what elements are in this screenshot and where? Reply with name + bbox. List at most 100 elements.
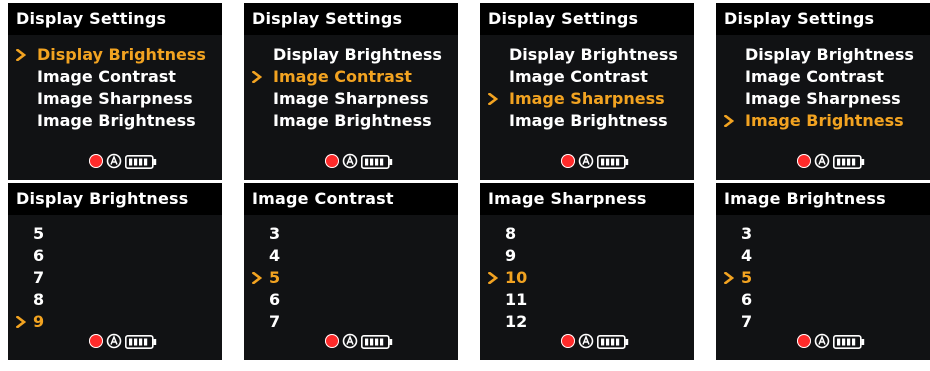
chevron-right-icon — [724, 110, 736, 132]
menu-item[interactable]: Image Contrast — [8, 66, 222, 88]
value-option[interactable]: 9 — [8, 311, 222, 333]
record-icon — [325, 334, 339, 348]
value-label: 3 — [269, 224, 281, 243]
menu-item[interactable]: Display Brightness — [716, 44, 930, 66]
value-label: 6 — [33, 246, 45, 265]
battery-icon — [597, 334, 629, 349]
status-bar — [325, 153, 395, 169]
value-option[interactable]: 4 — [244, 245, 458, 267]
value-label: 7 — [741, 312, 753, 331]
value-label: 8 — [33, 290, 45, 309]
value-label: 7 — [269, 312, 281, 331]
value-label: 4 — [269, 246, 281, 265]
status-bar — [797, 153, 867, 169]
record-icon — [89, 154, 103, 168]
value-option[interactable]: 4 — [716, 245, 930, 267]
battery-icon — [833, 334, 865, 349]
value-label: 5 — [741, 268, 753, 287]
status-bar — [89, 153, 159, 169]
battery-icon — [361, 334, 393, 349]
menu-item-label: Image Brightness — [509, 111, 668, 130]
auto-icon — [106, 153, 122, 169]
value-option[interactable]: 6 — [8, 245, 222, 267]
menu-item[interactable]: Image Contrast — [716, 66, 930, 88]
value-label: 7 — [33, 268, 45, 287]
screen-panel: Image Brightness 3 4 5 6 7 — [716, 183, 930, 360]
menu-item[interactable]: Display Brightness — [244, 44, 458, 66]
menu-item[interactable]: Display Brightness — [8, 44, 222, 66]
screen-panel: Image Contrast 3 4 5 6 7 — [244, 183, 458, 360]
panel-title: Display Settings — [480, 3, 694, 35]
menu-item-label: Image Brightness — [37, 111, 196, 130]
menu-item-label: Image Contrast — [509, 67, 648, 86]
auto-icon — [342, 153, 358, 169]
record-icon — [89, 334, 103, 348]
value-option[interactable]: 6 — [716, 289, 930, 311]
value-option[interactable]: 9 — [480, 245, 694, 267]
menu-item-label: Display Brightness — [273, 45, 442, 64]
value-label: 6 — [269, 290, 281, 309]
menu-item[interactable]: Image Contrast — [480, 66, 694, 88]
value-option[interactable]: 3 — [244, 223, 458, 245]
menu-item-label: Image Contrast — [745, 67, 884, 86]
menu-item-label: Image Sharpness — [37, 89, 193, 108]
value-label: 12 — [505, 312, 528, 331]
battery-icon — [125, 334, 157, 349]
status-bar — [89, 333, 159, 349]
panel-title: Image Brightness — [716, 183, 930, 215]
menu-item[interactable]: Image Sharpness — [480, 88, 694, 110]
value-option[interactable]: 5 — [244, 267, 458, 289]
value-option[interactable]: 8 — [8, 289, 222, 311]
value-option[interactable]: 6 — [244, 289, 458, 311]
screen-panel: Image Sharpness 8 9 10 11 12 — [480, 183, 694, 360]
value-option[interactable]: 12 — [480, 311, 694, 333]
battery-icon — [833, 154, 865, 169]
battery-icon — [597, 154, 629, 169]
menu-item-label: Display Brightness — [745, 45, 914, 64]
menu-item[interactable]: Image Brightness — [8, 110, 222, 132]
menu-item[interactable]: Image Sharpness — [244, 88, 458, 110]
menu-item[interactable]: Image Sharpness — [716, 88, 930, 110]
menu-item-label: Image Brightness — [745, 111, 904, 130]
value-option[interactable]: 5 — [8, 223, 222, 245]
value-option[interactable]: 8 — [480, 223, 694, 245]
value-label: 9 — [505, 246, 517, 265]
chevron-right-icon — [488, 267, 500, 289]
panel-title: Display Settings — [716, 3, 930, 35]
menu-item-label: Image Sharpness — [273, 89, 429, 108]
value-label: 6 — [741, 290, 753, 309]
battery-icon — [361, 154, 393, 169]
value-label: 3 — [741, 224, 753, 243]
value-option[interactable]: 7 — [8, 267, 222, 289]
value-option[interactable]: 3 — [716, 223, 930, 245]
menu-item[interactable]: Image Brightness — [244, 110, 458, 132]
value-label: 10 — [505, 268, 528, 287]
menu-item[interactable]: Image Contrast — [244, 66, 458, 88]
value-option[interactable]: 5 — [716, 267, 930, 289]
value-label: 11 — [505, 290, 528, 309]
chevron-right-icon — [16, 311, 28, 333]
value-option[interactable]: 11 — [480, 289, 694, 311]
menu-item-label: Image Brightness — [273, 111, 432, 130]
record-icon — [797, 154, 811, 168]
status-bar — [325, 333, 395, 349]
auto-icon — [106, 333, 122, 349]
status-bar — [561, 153, 631, 169]
chevron-right-icon — [252, 66, 264, 88]
value-label: 5 — [269, 268, 281, 287]
record-icon — [561, 154, 575, 168]
chevron-right-icon — [724, 267, 736, 289]
menu-item-label: Display Brightness — [509, 45, 678, 64]
status-bar — [561, 333, 631, 349]
auto-icon — [814, 333, 830, 349]
value-option[interactable]: 7 — [716, 311, 930, 333]
value-label: 4 — [741, 246, 753, 265]
menu-item[interactable]: Display Brightness — [480, 44, 694, 66]
auto-icon — [578, 333, 594, 349]
menu-item[interactable]: Image Brightness — [480, 110, 694, 132]
value-option[interactable]: 10 — [480, 267, 694, 289]
value-option[interactable]: 7 — [244, 311, 458, 333]
menu-item[interactable]: Image Brightness — [716, 110, 930, 132]
menu-item[interactable]: Image Sharpness — [8, 88, 222, 110]
value-label: 5 — [33, 224, 45, 243]
